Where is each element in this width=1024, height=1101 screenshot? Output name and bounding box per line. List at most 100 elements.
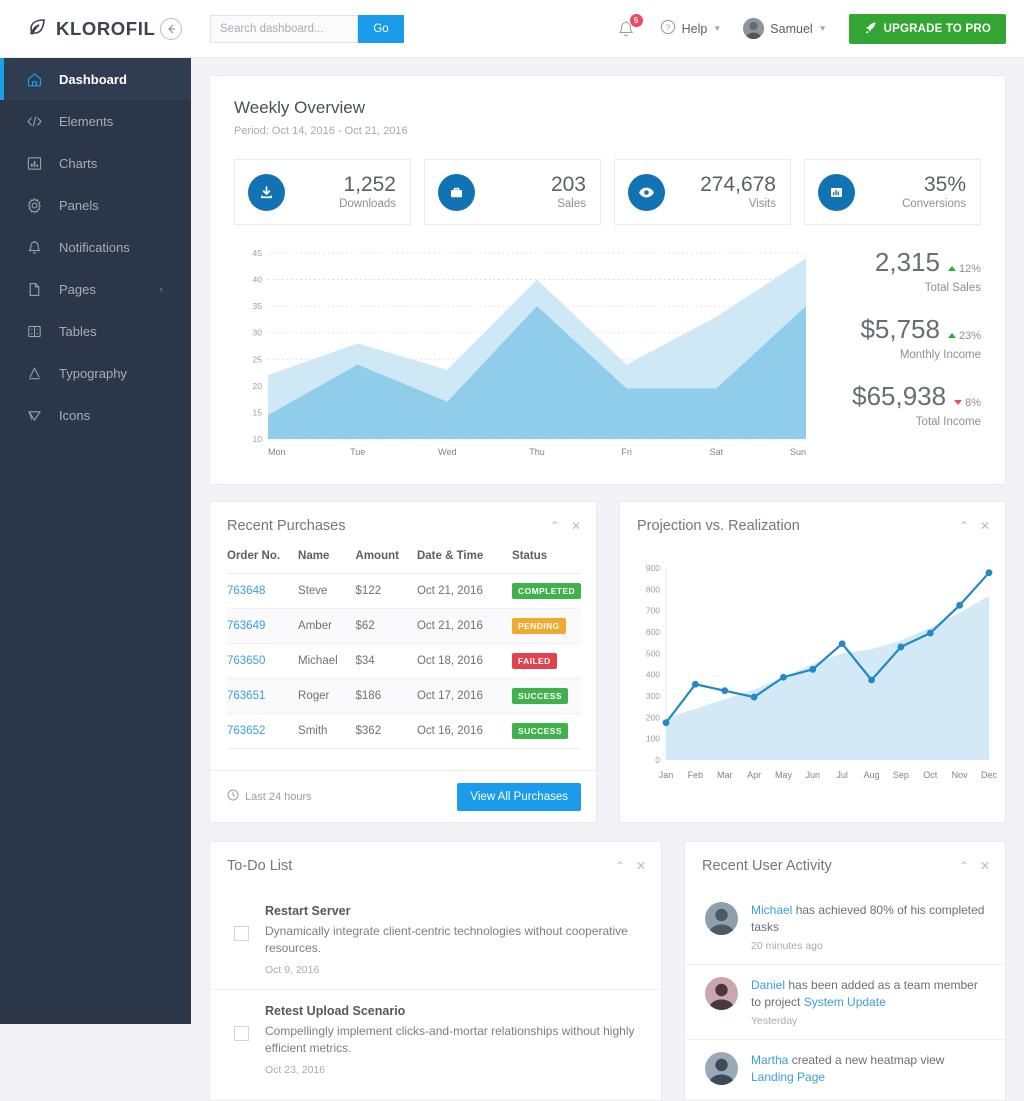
table-header-row: Order No. Name Amount Date & Time Status <box>227 550 581 574</box>
total-value: $65,938 <box>852 381 947 411</box>
sidebar-item-label: Icons <box>59 407 91 423</box>
rocket-icon <box>864 21 877 37</box>
sidebar-item-typography[interactable]: Typography <box>0 352 191 394</box>
page-title: Weekly Overview <box>234 98 365 117</box>
sidebar-item-label: Pages <box>59 281 96 297</box>
stat-label: Downloads <box>339 198 396 211</box>
svg-text:20: 20 <box>253 381 263 391</box>
cell-order: 763650 <box>227 643 299 679</box>
svg-text:?: ? <box>665 23 670 32</box>
user-menu[interactable]: Samuel ▼ <box>743 18 827 39</box>
cell-amount: $62 <box>355 608 417 644</box>
triangle-down-icon <box>954 400 963 405</box>
total-value: 2,315 <box>874 247 940 277</box>
chevron-up-icon[interactable]: ⌃ <box>959 860 969 872</box>
cell-amount: $122 <box>355 573 417 609</box>
activity-link[interactable]: System Update <box>804 995 886 1009</box>
sidebar-item-label: Tables <box>59 323 97 339</box>
todo-title: Restart Server <box>265 904 351 918</box>
svg-text:Sun: Sun <box>790 447 806 457</box>
sidebar-item-elements[interactable]: Elements <box>0 100 191 142</box>
search-input[interactable] <box>210 14 358 43</box>
order-link[interactable]: 763650 <box>227 655 265 667</box>
svg-text:45: 45 <box>253 248 263 258</box>
sidebar-item-tables[interactable]: Tables <box>0 310 191 352</box>
sidebar-item-label: Elements <box>59 113 114 129</box>
avatar <box>705 1052 738 1086</box>
search-go-button[interactable]: Go <box>358 14 404 43</box>
table-row: 763648 Steve $122 Oct 21, 2016 COMPLETED <box>227 573 581 609</box>
order-link[interactable]: 763652 <box>227 725 265 737</box>
activity-link[interactable]: Landing Page <box>751 1070 825 1084</box>
chevron-up-icon[interactable]: ⌃ <box>615 860 625 872</box>
help-label: Help <box>681 21 708 36</box>
chevron-up-icon[interactable]: ⌃ <box>959 520 969 532</box>
order-link[interactable]: 763651 <box>227 690 265 702</box>
chevron-up-icon[interactable]: ⌃ <box>550 520 560 532</box>
notifications-button[interactable]: 5 <box>616 12 644 42</box>
list-item: Daniel has been added as a team member t… <box>685 964 1005 1039</box>
activity-text: Michael has achieved 80% of his complete… <box>751 903 985 935</box>
svg-text:Jan: Jan <box>659 770 674 780</box>
svg-text:Aug: Aug <box>864 770 880 780</box>
todo-list: Restart Server Dynamically integrate clie… <box>210 890 661 1089</box>
svg-text:May: May <box>775 770 793 780</box>
activity-user-link[interactable]: Daniel <box>751 978 785 992</box>
help-menu[interactable]: ? Help ▼ <box>660 19 721 38</box>
sidebar-item-notifications[interactable]: Notifications <box>0 226 191 268</box>
svg-text:Feb: Feb <box>688 770 704 780</box>
order-link[interactable]: 763648 <box>227 585 265 597</box>
upgrade-label: UPGRADE TO PRO <box>883 22 991 35</box>
list-item: Retest Upload Scenario Compellingly imple… <box>210 988 661 1089</box>
activity-user-link[interactable]: Martha <box>751 1053 788 1067</box>
avatar <box>705 977 738 1011</box>
todo-title: Retest Upload Scenario <box>265 1003 406 1018</box>
stat-value: 203 <box>550 172 586 196</box>
sidebar-item-dashboard[interactable]: Dashboard <box>0 58 191 100</box>
cell-name: Amber <box>298 608 356 644</box>
upgrade-to-pro-button[interactable]: UPGRADE TO PRO <box>848 13 1006 44</box>
avatar <box>705 902 738 935</box>
todo-checkbox[interactable] <box>234 926 249 941</box>
svg-text:Fri: Fri <box>621 447 632 457</box>
close-icon[interactable]: ✕ <box>571 520 581 532</box>
svg-text:Nov: Nov <box>952 770 969 780</box>
todo-description: Compellingly implement clicks-and-mortar… <box>265 1023 635 1056</box>
sidebar-item-pages[interactable]: Pages ‹ <box>0 268 191 310</box>
table-row: 763651 Roger $186 Oct 17, 2016 SUCCESS <box>227 678 581 714</box>
sidebar-item-label: Dashboard <box>59 71 127 87</box>
close-icon[interactable]: ✕ <box>980 520 990 532</box>
delta-down: 8% <box>954 397 981 409</box>
todo-checkbox[interactable] <box>234 1025 249 1041</box>
header-actions: 5 ? Help ▼ Samuel ▼ UPGRADE TO PRO <box>616 12 1024 44</box>
panel-title: Projection vs. Realization <box>637 518 800 534</box>
cell-date: Oct 21, 2016 <box>416 573 513 609</box>
cell-order: 763651 <box>227 678 299 714</box>
close-icon[interactable]: ✕ <box>636 860 646 872</box>
order-link[interactable]: 763649 <box>227 620 265 632</box>
footer-note-label: Last 24 hours <box>245 790 312 803</box>
activity-user-link[interactable]: Michael <box>751 903 792 917</box>
svg-text:15: 15 <box>253 407 263 417</box>
view-all-purchases-button[interactable]: View All Purchases <box>457 782 581 811</box>
sidebar-item-charts[interactable]: Charts <box>0 142 191 184</box>
stat-label: Visits <box>748 198 776 211</box>
chevron-down-icon: ▼ <box>818 24 827 33</box>
recent-purchases-panel: Recent Purchases ⌃ ✕ Order No. Name Amou… <box>209 501 597 823</box>
sidebar-item-icons[interactable]: Icons <box>0 394 191 436</box>
sidebar-item-panels[interactable]: Panels <box>0 184 191 226</box>
close-icon[interactable]: ✕ <box>980 860 990 872</box>
cell-name: Roger <box>298 678 356 714</box>
svg-text:700: 700 <box>646 606 660 616</box>
brand-logo[interactable]: KLOROFIL <box>0 17 155 40</box>
gear-icon <box>26 197 43 214</box>
panel-title: Recent User Activity <box>702 858 832 874</box>
col-name: Name <box>298 550 356 574</box>
svg-text:40: 40 <box>253 275 263 285</box>
svg-text:0: 0 <box>655 755 660 765</box>
cell-order: 763649 <box>227 608 299 644</box>
col-order: Order No. <box>227 550 299 574</box>
arrow-left-circle-icon[interactable] <box>160 17 182 40</box>
user-name: Samuel <box>770 21 813 36</box>
delta-up: 23% <box>947 330 981 342</box>
